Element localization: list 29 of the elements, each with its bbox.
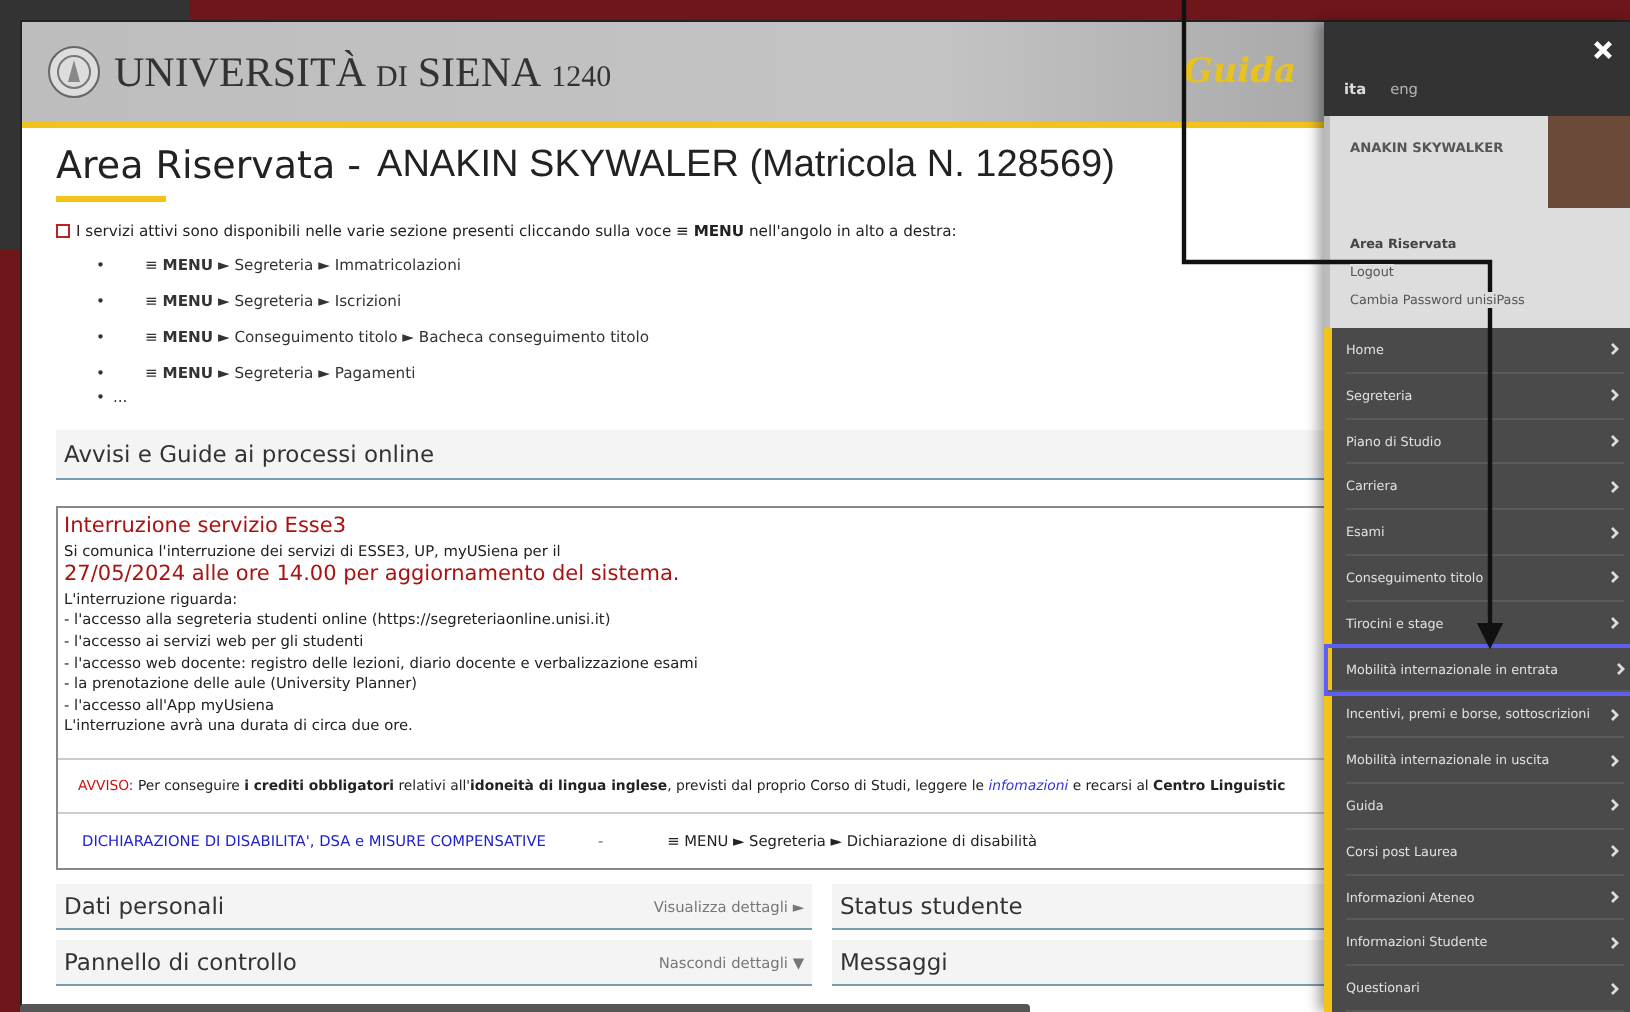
panel-title: Pannello di controllo	[64, 948, 297, 977]
notice-title: Interruzione servizio Esse3	[64, 514, 349, 538]
university-logo-text: UNIVERSITÀ DI SIENA 1240	[114, 47, 612, 97]
chevron-icon	[1610, 479, 1620, 494]
panel-title: Dati personali	[64, 892, 225, 921]
chevron-icon	[1616, 662, 1626, 677]
chevron-icon	[1610, 798, 1620, 813]
chevron-icon	[1610, 844, 1620, 859]
section-header: Avvisi e Guide ai processi online	[56, 430, 1324, 480]
square-bullet-icon	[56, 224, 70, 238]
notice-date: 27/05/2024 alle ore 14.00 per aggiornamento del sistema.	[64, 562, 682, 587]
university-seal-icon	[46, 44, 102, 100]
photo-placeholder	[1548, 116, 1630, 209]
chevron-icon	[1610, 707, 1620, 722]
chevron-icon	[1610, 434, 1620, 449]
page-title: Area Riservata - ANAKIN SKYWALER (Matricola N. 128569)	[56, 144, 1117, 188]
panel-title: Status studente	[840, 892, 1023, 921]
chevron-icon	[1610, 616, 1620, 631]
chevron-icon	[1610, 342, 1620, 357]
chevron-icon	[1610, 388, 1620, 403]
chevron-icon	[1610, 753, 1620, 768]
guide-label: Guida	[1183, 52, 1296, 92]
chevron-icon	[1610, 525, 1620, 540]
panel-title: Messaggi	[840, 948, 948, 977]
chevron-icon	[1610, 570, 1620, 585]
chevron-icon	[1610, 890, 1620, 904]
chevron-icon	[1610, 935, 1620, 950]
chevron-icon	[1610, 981, 1620, 996]
close-icon[interactable]	[1592, 40, 1614, 61]
